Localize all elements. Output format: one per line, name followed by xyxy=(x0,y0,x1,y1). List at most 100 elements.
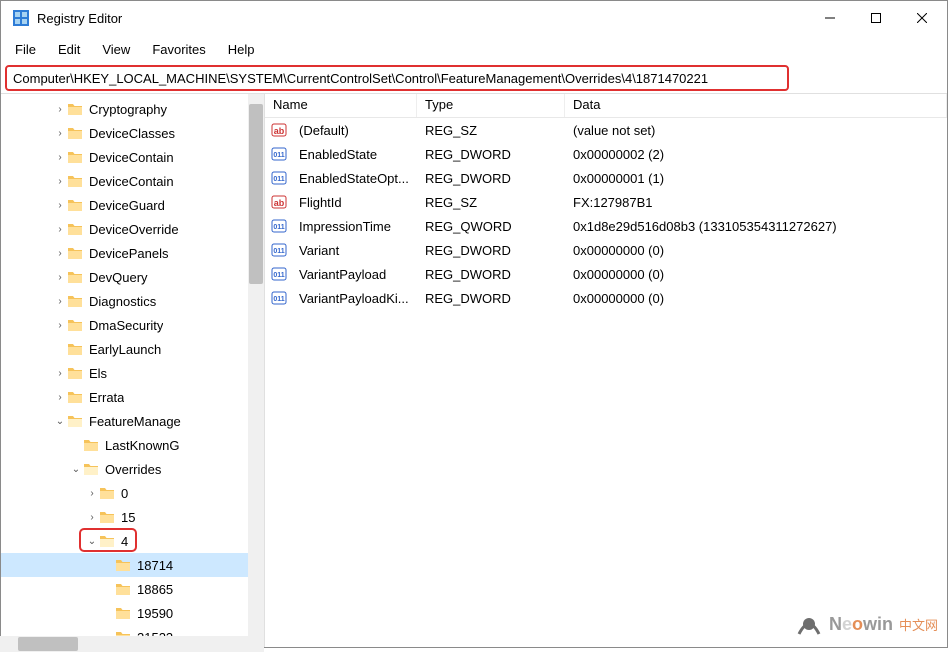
tree-item[interactable]: ›Errata xyxy=(1,385,264,409)
expander-icon[interactable]: › xyxy=(53,176,67,187)
string-value-icon: ab xyxy=(271,122,287,138)
address-text: Computer\HKEY_LOCAL_MACHINE\SYSTEM\Curre… xyxy=(13,71,708,86)
folder-icon xyxy=(83,462,99,476)
menu-edit[interactable]: Edit xyxy=(50,40,88,59)
maximize-button[interactable] xyxy=(853,2,899,34)
folder-icon xyxy=(99,486,115,500)
folder-icon xyxy=(67,198,83,212)
value-list-pane: Name Type Data ab(Default)REG_SZ(value n… xyxy=(265,94,947,647)
list-body: ab(Default)REG_SZ(value not set)011Enabl… xyxy=(265,118,947,310)
tree-item[interactable]: › DeviceClasses xyxy=(1,121,264,145)
list-header[interactable]: Name Type Data xyxy=(265,94,947,118)
tree-item[interactable]: 19590 xyxy=(1,601,264,625)
tree-item[interactable]: › DeviceContain xyxy=(1,145,264,169)
svg-text:011: 011 xyxy=(273,224,284,231)
expander-icon[interactable]: ⌄ xyxy=(69,464,83,475)
value-data: 0x00000000 (0) xyxy=(565,243,947,258)
tree-scrollbar[interactable] xyxy=(248,94,264,647)
tree-item[interactable]: ›DevicePanels xyxy=(1,241,264,265)
folder-icon xyxy=(67,126,83,140)
col-header-name[interactable]: Name xyxy=(265,94,417,117)
folder-icon xyxy=(67,414,83,428)
menubar: File Edit View Favorites Help xyxy=(1,35,947,63)
tree-label: DeviceClasses xyxy=(89,126,175,141)
expander-icon[interactable]: › xyxy=(85,512,99,523)
tree-scroll-thumb[interactable] xyxy=(249,104,263,284)
value-row[interactable]: 011EnabledStateOpt...REG_DWORD0x00000001… xyxy=(265,166,947,190)
tree-item[interactable]: ›Diagnostics xyxy=(1,289,264,313)
tree-label: DeviceOverride xyxy=(89,222,179,237)
tree-label: DeviceContain xyxy=(89,150,174,165)
value-row[interactable]: ab(Default)REG_SZ(value not set) xyxy=(265,118,947,142)
value-data: 0x00000001 (1) xyxy=(565,171,947,186)
binary-value-icon: 011 xyxy=(271,242,287,258)
expander-icon[interactable]: › xyxy=(53,128,67,139)
value-row[interactable]: 011VariantREG_DWORD0x00000000 (0) xyxy=(265,238,947,262)
tree-item[interactable]: EarlyLaunch xyxy=(1,337,264,361)
tree-item[interactable]: › DeviceOverride xyxy=(1,217,264,241)
expander-icon[interactable]: › xyxy=(53,272,67,283)
svg-text:011: 011 xyxy=(273,272,284,279)
tree-item[interactable]: ›Cryptography xyxy=(1,97,264,121)
tree-item[interactable]: ›15 xyxy=(1,505,264,529)
tree-label: 18865 xyxy=(137,582,173,597)
tree-hscroll-thumb[interactable] xyxy=(18,637,78,651)
menu-favorites[interactable]: Favorites xyxy=(144,40,213,59)
value-row[interactable]: 011VariantPayloadKi...REG_DWORD0x0000000… xyxy=(265,286,947,310)
tree-item[interactable]: ›DeviceContain xyxy=(1,169,264,193)
folder-icon xyxy=(115,582,131,596)
tree-item[interactable]: ›DevQuery xyxy=(1,265,264,289)
folder-icon xyxy=(67,294,83,308)
watermark-brand: Neowin xyxy=(829,614,893,635)
address-bar[interactable]: Computer\HKEY_LOCAL_MACHINE\SYSTEM\Curre… xyxy=(5,65,789,91)
expander-icon[interactable]: › xyxy=(53,392,67,403)
value-name: EnabledState xyxy=(291,147,417,162)
value-row[interactable]: 011VariantPayloadREG_DWORD0x00000000 (0) xyxy=(265,262,947,286)
value-name: ImpressionTime xyxy=(291,219,417,234)
tree-item[interactable]: 18865 xyxy=(1,577,264,601)
titlebar[interactable]: Registry Editor xyxy=(1,1,947,35)
value-row[interactable]: abFlightIdREG_SZFX:127987B1 xyxy=(265,190,947,214)
tree-item[interactable]: ›Els xyxy=(1,361,264,385)
window-title: Registry Editor xyxy=(37,11,122,26)
folder-icon xyxy=(67,366,83,380)
value-row[interactable]: 011EnabledStateREG_DWORD0x00000002 (2) xyxy=(265,142,947,166)
tree-item[interactable]: ⌄4 xyxy=(1,529,264,553)
tree-item[interactable]: 18714 xyxy=(1,553,264,577)
tree-item[interactable]: LastKnownG xyxy=(1,433,264,457)
value-type: REG_DWORD xyxy=(417,267,565,282)
expander-icon[interactable]: ⌄ xyxy=(53,416,67,427)
value-row[interactable]: 011ImpressionTimeREG_QWORD0x1d8e29d516d0… xyxy=(265,214,947,238)
expander-icon[interactable]: › xyxy=(53,248,67,259)
svg-text:ab: ab xyxy=(274,126,285,136)
svg-text:011: 011 xyxy=(273,248,284,255)
col-header-type[interactable]: Type xyxy=(417,94,565,117)
tree-label: LastKnownG xyxy=(105,438,179,453)
value-name: VariantPayload xyxy=(291,267,417,282)
expander-icon[interactable]: › xyxy=(53,296,67,307)
expander-icon[interactable]: › xyxy=(53,320,67,331)
value-data: 0x00000002 (2) xyxy=(565,147,947,162)
minimize-button[interactable] xyxy=(807,2,853,34)
tree-item[interactable]: ›DeviceGuard xyxy=(1,193,264,217)
close-button[interactable] xyxy=(899,2,945,34)
tree-hscrollbar[interactable] xyxy=(0,636,264,652)
col-header-data[interactable]: Data xyxy=(565,94,947,117)
expander-icon[interactable]: › xyxy=(53,368,67,379)
tree-item[interactable]: ›DmaSecurity xyxy=(1,313,264,337)
expander-icon[interactable]: › xyxy=(53,104,67,115)
expander-icon[interactable]: › xyxy=(53,224,67,235)
tree-pane[interactable]: ›Cryptography›DeviceClasses›DeviceContai… xyxy=(1,94,265,647)
menu-file[interactable]: File xyxy=(7,40,44,59)
menu-help[interactable]: Help xyxy=(220,40,263,59)
value-type: REG_DWORD xyxy=(417,171,565,186)
expander-icon[interactable]: › xyxy=(85,488,99,499)
tree-item[interactable]: ⌄Overrides xyxy=(1,457,264,481)
tree-item[interactable]: ⌄FeatureManage xyxy=(1,409,264,433)
expander-icon[interactable]: ⌄ xyxy=(85,536,99,547)
string-value-icon: ab xyxy=(271,194,287,210)
expander-icon[interactable]: › xyxy=(53,152,67,163)
menu-view[interactable]: View xyxy=(94,40,138,59)
tree-item[interactable]: ›0 xyxy=(1,481,264,505)
expander-icon[interactable]: › xyxy=(53,200,67,211)
